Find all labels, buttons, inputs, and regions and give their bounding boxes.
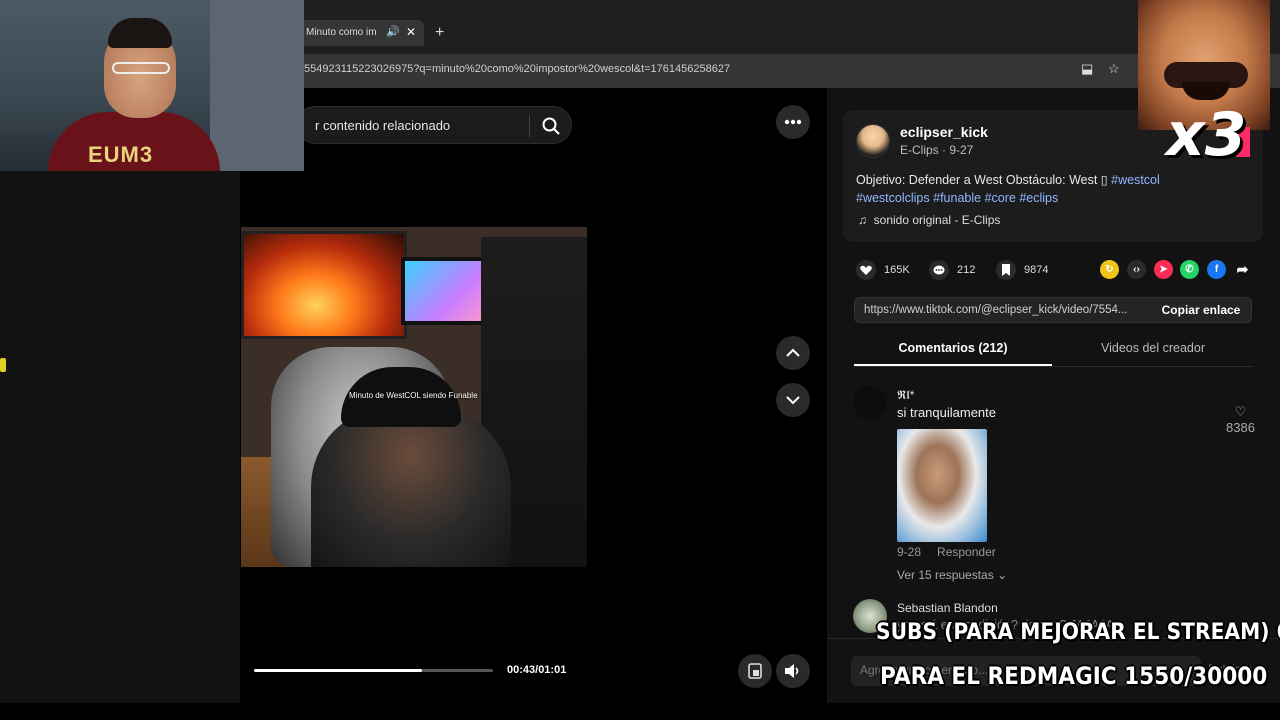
comment-count: 212 bbox=[957, 264, 976, 276]
video-progress[interactable] bbox=[254, 669, 493, 672]
hashtag-link[interactable]: #eclips bbox=[1019, 191, 1058, 205]
meme-mouth bbox=[1182, 82, 1230, 100]
comment-stat[interactable]: 212 bbox=[929, 260, 975, 280]
comment-text: si tranquilamente bbox=[897, 405, 996, 420]
send-icon[interactable]: ➤ bbox=[1154, 260, 1173, 279]
miniplayer-icon bbox=[748, 663, 762, 679]
hashtag-link[interactable]: #funable bbox=[933, 191, 981, 205]
tab-comments[interactable]: Comentarios (212) bbox=[854, 341, 1052, 355]
author-avatar[interactable] bbox=[856, 124, 890, 158]
music-row[interactable]: ♫ sonido original - E-Clips bbox=[858, 213, 1000, 227]
comment-username[interactable]: Sebastian Blandon bbox=[897, 601, 998, 615]
volume-button[interactable] bbox=[776, 654, 810, 688]
hashtag-link[interactable]: #core bbox=[985, 191, 1016, 205]
view-replies-button[interactable]: Ver 15 respuestas ⌄ bbox=[897, 568, 1007, 582]
whatsapp-icon[interactable]: ✆ bbox=[1180, 260, 1199, 279]
tab-active-underline bbox=[854, 364, 1052, 366]
screen: Minuto como im 🔊 ✕ + 554923115223026975?… bbox=[0, 0, 1280, 720]
search-divider bbox=[529, 115, 530, 137]
url-text[interactable]: 554923115223026975?q=minuto%20como%20imp… bbox=[304, 63, 730, 75]
comment-meta: 9-28 Responder bbox=[897, 545, 996, 559]
streamer-webcam: EUM3 bbox=[0, 0, 304, 171]
author-sub: E-Clips · 9-27 bbox=[900, 143, 974, 157]
volume-icon bbox=[785, 664, 799, 678]
speaker-icon[interactable]: 🔊 bbox=[386, 25, 400, 38]
video-time: 00:43/01:01 bbox=[507, 664, 567, 676]
video-frame[interactable]: Minuto de WestCOL siendo Funable bbox=[241, 227, 587, 567]
comment-like-count: 8386 bbox=[1226, 420, 1255, 435]
author-name[interactable]: eclipser_kick bbox=[900, 124, 988, 140]
post-description: Objetivo: Defender a West Obstáculo: Wes… bbox=[856, 171, 1246, 207]
repost-icon[interactable]: ↻ bbox=[1100, 260, 1119, 279]
search-icon[interactable] bbox=[541, 116, 561, 136]
redmagic-goal-text: PARA EL REDMAGIC 1550/30000 bbox=[880, 662, 1268, 690]
facebook-icon[interactable]: f bbox=[1207, 260, 1226, 279]
bottom-bar bbox=[0, 703, 1280, 720]
hashtag-link[interactable]: #westcolclips bbox=[856, 191, 930, 205]
embed-icon[interactable]: ‹› bbox=[1127, 260, 1146, 279]
save-count: 9874 bbox=[1024, 264, 1049, 276]
video-tv bbox=[401, 257, 493, 325]
comment-avatar[interactable] bbox=[853, 386, 887, 420]
search-placeholder: r contenido relacionado bbox=[315, 118, 451, 133]
bookmark-icon bbox=[996, 260, 1016, 280]
like-count: 165K bbox=[884, 264, 910, 276]
copy-link-button[interactable]: Copiar enlace bbox=[1151, 298, 1251, 322]
panel-tabs: Comentarios (212) Videos del creador bbox=[854, 337, 1254, 367]
video-overlay-text: Minuto de WestCOL siendo Funable bbox=[349, 391, 478, 400]
share-link-box[interactable]: https://www.tiktok.com/@eclipser_kick/vi… bbox=[854, 297, 1252, 323]
webcam-shirt: EUM3 bbox=[48, 112, 220, 171]
mouse-cursor bbox=[0, 358, 6, 372]
browser-tab[interactable]: Minuto como im 🔊 ✕ bbox=[296, 20, 424, 46]
comment-image[interactable] bbox=[897, 429, 987, 542]
comment-icon bbox=[929, 260, 949, 280]
heart-icon bbox=[856, 260, 876, 280]
like-stat[interactable]: 165K bbox=[856, 260, 910, 280]
webcam-wall bbox=[210, 0, 304, 171]
hashtag-link[interactable]: #westcol bbox=[1111, 173, 1160, 187]
bookmark-star-icon[interactable]: ☆ bbox=[1108, 61, 1120, 77]
chevron-down-icon bbox=[786, 396, 800, 405]
comment-like[interactable]: ♡ 8386 bbox=[1226, 404, 1255, 435]
webcam-hair bbox=[108, 18, 172, 48]
view-replies-label: Ver 15 respuestas bbox=[897, 568, 994, 582]
video-fireplace-screen bbox=[241, 231, 407, 339]
video-person bbox=[311, 407, 511, 567]
chevron-up-icon bbox=[786, 348, 800, 357]
heart-outline-icon: ♡ bbox=[1234, 404, 1247, 419]
miniplayer-button[interactable] bbox=[738, 654, 772, 688]
left-blank bbox=[0, 88, 240, 703]
webcam-glasses bbox=[112, 62, 170, 74]
more-icon bbox=[784, 119, 802, 125]
more-options-button[interactable] bbox=[776, 105, 810, 139]
music-title: sonido original - E-Clips bbox=[873, 213, 1001, 227]
close-icon[interactable]: ✕ bbox=[406, 25, 416, 39]
comment-username[interactable]: 𝕽𝖑* bbox=[897, 388, 914, 403]
share-arrow-icon[interactable]: ➦ bbox=[1233, 260, 1252, 279]
comment-date: 9-28 bbox=[897, 545, 922, 559]
tab-title: Minuto como im bbox=[306, 27, 377, 38]
share-link-text: https://www.tiktok.com/@eclipser_kick/vi… bbox=[864, 304, 1128, 316]
tab-creator-videos[interactable]: Videos del creador bbox=[1054, 341, 1252, 355]
video-progress-fill bbox=[254, 669, 423, 672]
shirt-print: EUM3 bbox=[88, 142, 154, 167]
next-video-button[interactable] bbox=[776, 383, 810, 417]
save-stat[interactable]: 9874 bbox=[996, 260, 1048, 280]
previous-video-button[interactable] bbox=[776, 336, 810, 370]
description-text: Objetivo: Defender a West Obstáculo: Wes… bbox=[856, 173, 1101, 187]
subs-goal-text: SUBS (PARA MEJORAR EL STREAM) 6/50 bbox=[876, 620, 1280, 645]
emoji-glyph: ▯ bbox=[1100, 173, 1112, 187]
reply-button[interactable]: Responder bbox=[937, 545, 996, 559]
chevron-down-icon: ⌄ bbox=[997, 568, 1008, 582]
search-box[interactable]: r contenido relacionado bbox=[296, 106, 572, 144]
multiplier-label: x3 bbox=[1166, 100, 1247, 170]
install-icon[interactable]: ⬓ bbox=[1081, 61, 1093, 77]
new-tab-icon[interactable]: + bbox=[435, 24, 444, 42]
music-note-icon: ♫ bbox=[858, 213, 867, 227]
